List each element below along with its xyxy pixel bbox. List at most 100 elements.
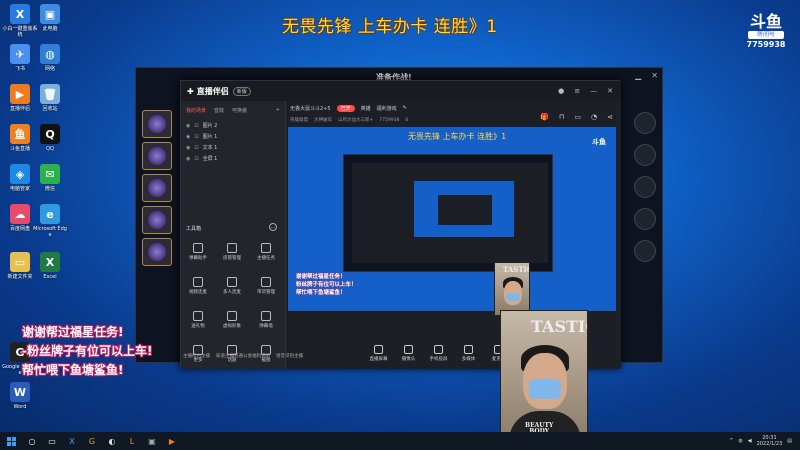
hero-portrait[interactable] [142, 238, 172, 266]
footer-link[interactable]: 主播抢占注播 [183, 353, 210, 359]
room-name[interactable]: 无畏大鼠斗斗2+5 [290, 105, 331, 112]
start-button[interactable] [0, 432, 22, 450]
media-button[interactable]: 多媒体 [458, 344, 480, 362]
lock-icon[interactable]: ⊡ [194, 123, 198, 129]
lol-icon[interactable]: L [124, 434, 140, 448]
layer-item[interactable]: ◉ ⊡ 图片 1 [181, 131, 285, 142]
desktop: X 小白一键重装系统 ▣ 此电脑 ✈ 飞书 ◍ 网络 ▶ 直播伴侣 🗑 回收站鱼斗鱼直播 Q QQ ◈ 电脑管… [0, 0, 800, 446]
desktop-shortcut[interactable]: e Microsoft Edge [32, 204, 68, 238]
minimize-icon[interactable]: — [590, 87, 597, 95]
info-rank: 大神破军 [314, 118, 332, 123]
tab-sound[interactable]: 音效 [214, 107, 224, 114]
desktop-shortcut[interactable]: 🗑 回收站 [32, 84, 68, 112]
stream-preview[interactable]: 无畏先锋 上车办卡 连胜》1 斗鱼 谢谢帮过福星任务！ 粉丝牌子有位可以上车！ … [288, 127, 616, 311]
desktop-shortcut[interactable]: X Excel [32, 252, 68, 280]
network-icon[interactable]: ◍ [738, 438, 742, 444]
close-icon[interactable]: ✕ [607, 87, 613, 95]
tool-item[interactable]: 弹幕墙 [251, 311, 281, 329]
tab-skins[interactable]: 可换装 [232, 107, 247, 114]
eye-icon[interactable]: ◉ [186, 145, 190, 151]
edge-browser-icon: e [40, 204, 60, 224]
hero-portrait[interactable] [142, 142, 172, 170]
lock-icon[interactable]: ⊓ [559, 113, 564, 121]
nested-preview [438, 195, 492, 225]
toolbox-title: 工具箱 [186, 226, 202, 232]
live-app-icon[interactable]: ▶ [164, 434, 180, 448]
desktop-shortcut-label: 网络 [44, 66, 55, 72]
window-controls: ● ≡ — ✕ [558, 87, 621, 95]
eye-icon[interactable]: ◉ [186, 134, 190, 140]
version-badge[interactable]: 新版 [232, 86, 251, 96]
overlay-line: -粉丝牌子有位可以上车! [22, 344, 153, 358]
edit-icon[interactable]: ✎ [403, 105, 407, 111]
clock[interactable]: 20:31 2022/1/23 [757, 435, 783, 447]
app-icon[interactable]: ▣ [144, 434, 160, 448]
footer-links: 主播抢占注播 知道主播开通公会福利说明 语音识别主播 [183, 353, 303, 359]
status-badge[interactable]: 已开 [336, 104, 355, 112]
lock-icon[interactable]: ⊡ [194, 134, 198, 140]
eye-icon[interactable]: ◉ [186, 156, 190, 162]
shield-icon: ◈ [10, 164, 30, 184]
gift-icon[interactable]: 🎁 [540, 113, 549, 121]
task-view-icon[interactable]: ▭ [44, 434, 60, 448]
desktop-shortcut[interactable]: ▣ 此电脑 [32, 4, 68, 32]
tool-item[interactable]: 弹幕助手 [183, 243, 213, 261]
tool-item[interactable]: 送礼物 [183, 311, 213, 329]
more-icon[interactable]: … [269, 223, 277, 231]
hero-portrait[interactable] [142, 174, 172, 202]
cloud-icon: ☁ [10, 204, 30, 224]
douyu-logo-mark: 斗鱼 [592, 138, 606, 146]
tool-item[interactable]: 主播任务 [251, 243, 281, 261]
share-icon[interactable]: ⋖ [607, 113, 613, 121]
taskbar: ○ ▭ X G ◐ L ▣ ▶ ^ ◍ ◀ 20:31 2022/1/23 ▤ [0, 432, 800, 450]
camera-button[interactable]: 摄像头 [398, 344, 420, 362]
app-title-bar: ✚ 直播伴侣 新版 ● ≡ — ✕ [181, 81, 621, 101]
tool-item[interactable]: 房管管理 [217, 243, 247, 261]
wall-icon [261, 311, 271, 321]
layer-item[interactable]: ◉ ⊡ 图片 2 [181, 120, 285, 131]
close-icon[interactable]: ✕ [651, 71, 658, 80]
tool-item[interactable]: 虚拟形象 [217, 311, 247, 329]
volume-icon[interactable]: ◀ [748, 438, 752, 444]
hero-portrait[interactable] [142, 110, 172, 138]
system-tray: ^ ◍ ◀ 20:31 2022/1/23 ▤ [729, 435, 800, 447]
chrome-icon[interactable]: ◐ [104, 434, 120, 448]
minimize-icon[interactable]: ▁ [635, 71, 641, 80]
desktop-shortcut[interactable]: W Word [2, 382, 38, 410]
tool-item[interactable]: 带货管理 [251, 277, 281, 295]
hero-portrait[interactable] [142, 206, 172, 234]
tool-item[interactable]: 视频连麦 [183, 277, 213, 295]
lock-icon[interactable]: ⊡ [194, 145, 198, 151]
avatar[interactable]: ● [558, 87, 564, 95]
app-logo-icon: ✚ [187, 86, 194, 96]
game-window-controls: ▁ ✕ [635, 71, 658, 80]
excel-icon: X [40, 252, 60, 272]
room-number: 7759938 [746, 40, 786, 49]
desktop-shortcut[interactable]: Q QQ [32, 124, 68, 152]
lock-icon[interactable]: ⊡ [194, 156, 198, 162]
file-explorer-icon[interactable]: X [64, 434, 80, 448]
category-select[interactable]: 福利游戏 [377, 105, 397, 112]
webcam-text: TASTIC [531, 317, 587, 336]
game-app-icon[interactable]: G [84, 434, 100, 448]
phone-cast-button[interactable]: 手机投屏 [428, 344, 450, 362]
screen-capture-button[interactable]: 直播屏幕 [368, 344, 390, 362]
search-icon[interactable]: ○ [24, 434, 40, 448]
menu-icon[interactable]: ≡ [574, 87, 580, 95]
desktop-shortcut[interactable]: ✉ 微信 [32, 164, 68, 192]
webcam-main: TASTIC BEAUTYBODY [500, 310, 588, 446]
footer-link[interactable]: 知道主播开通公会福利说明 [216, 353, 270, 359]
add-icon[interactable]: + [276, 107, 280, 114]
layer-item[interactable]: ◉ ⊡ 文本 1 [181, 142, 285, 153]
eye-icon[interactable]: ◉ [186, 123, 190, 129]
desktop-shortcut[interactable]: ◍ 网络 [32, 44, 68, 72]
blue-x-app-icon: X [10, 4, 30, 24]
layer-item[interactable]: ◉ ⊡ 全屏 1 [181, 153, 285, 164]
notification-icon[interactable]: ▤ [787, 438, 792, 444]
tab-scenes[interactable]: 我的场景 [186, 107, 206, 114]
footer-link[interactable]: 语音识别主播 [276, 353, 303, 359]
bell-icon[interactable]: ◔ [591, 113, 597, 121]
chevron-up-icon[interactable]: ^ [729, 438, 733, 444]
tool-item[interactable]: 多人连麦 [217, 277, 247, 295]
message-icon[interactable]: ▭ [574, 113, 581, 121]
